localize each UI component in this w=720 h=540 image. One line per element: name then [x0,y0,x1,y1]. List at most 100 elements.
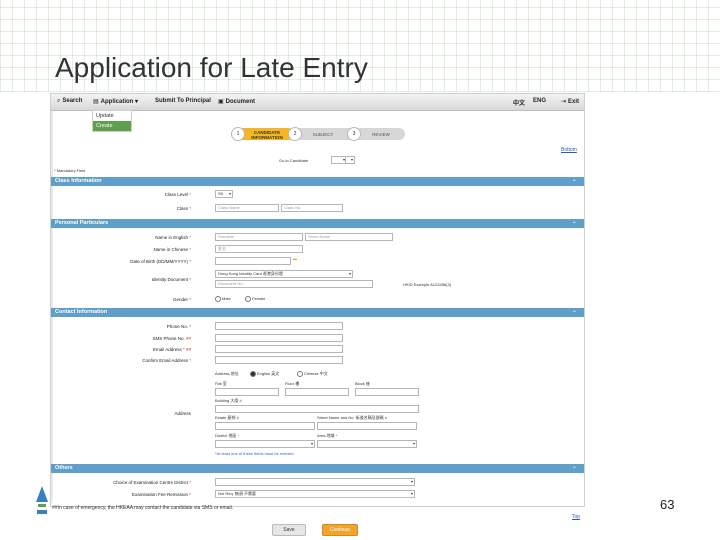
block-label: Block 座 [355,381,370,386]
address-label: Address [174,411,191,416]
collapse-icon[interactable]: − [573,464,576,473]
address-note: *At least one of these fields must be en… [215,451,295,456]
address-language-label: Address 地址 [215,371,239,376]
name-english-label: Name in English * [155,235,191,240]
area-select[interactable]: ▾ [317,440,417,448]
emergency-note: ##In case of emergency, the HKEAA may co… [52,505,234,511]
hkid-example: HKID Example A123456(3) [403,282,452,287]
dropdown-item-update[interactable]: Update [93,111,131,121]
chevron-down-icon: ▾ [310,441,313,446]
lang-en-button[interactable]: ENG [533,98,546,104]
section-contact-information[interactable]: Contact Information − [51,308,584,317]
name-chinese-label: Name in Chinese * [153,247,191,252]
menu-document[interactable]: ▣ Document [218,98,255,105]
dob-input[interactable] [215,257,291,265]
email-input[interactable] [215,345,343,353]
address-chinese-option[interactable]: Chinese 中文 [297,371,328,377]
class-no-input[interactable]: Class No. [281,204,343,212]
chevron-down-icon: ▾ [228,191,231,196]
flat-input[interactable] [215,388,279,396]
confirm-email-input[interactable] [215,356,343,364]
mandatory-note: * Mandatory Field [54,168,86,173]
class-level-select[interactable]: S6 ▾ [215,190,233,198]
step-2-label: SUBJECT [312,132,334,137]
menu-search[interactable]: ⌕ Search [57,98,82,105]
document-icon: ▤ [93,99,99,105]
menu-application[interactable]: ▤ Application ▾ [91,98,141,105]
top-link[interactable]: Top [572,514,580,520]
given-name-input[interactable]: Given Name [305,233,393,241]
dob-label: Date of Birth (DD/MM/YYYY) * [130,259,191,264]
flat-label: Flat 室 [215,381,227,386]
go-to-candidate-label: Go to Candidate [279,158,309,163]
chevron-down-icon: ▾ [135,99,139,105]
exam-centre-label: Choice of Examination Centre District * [113,480,191,485]
building-input[interactable] [215,405,419,413]
step-3-circle: 3 [347,127,361,141]
building-label: Building 大廈 # [215,398,242,403]
gender-label: Gender * [172,297,191,302]
class-name-input[interactable]: Class Name [215,204,279,212]
section-others[interactable]: Others − [51,464,584,473]
address-english-option[interactable]: English 英文 [250,371,279,377]
sms-label: SMS Phone No. ## [152,336,191,341]
floor-label: Floor 樓 [285,381,300,386]
phone-label: Phone No. * [166,324,191,329]
sms-input[interactable] [215,334,343,342]
exit-button[interactable]: ⇥ Exit [561,98,579,105]
go-to-candidate-select-2[interactable]: ▾ [345,156,355,164]
step-3-label: REVIEW [372,132,390,137]
save-button[interactable]: Save [272,524,306,536]
id-document-label: Identity Document * [151,277,191,282]
collapse-icon[interactable]: − [573,177,576,186]
radio-icon [250,371,256,377]
email-label: Email Address * ## [152,347,191,352]
search-icon: ⌕ [57,98,61,104]
top-menu-bar: ⌕ Search ▤ Application ▾ Submit To Princip… [51,94,584,111]
gender-female-option[interactable]: Female [245,296,265,302]
menu-submit-to-principal[interactable]: Submit To Principal [155,98,211,104]
confirm-email-label: Confirm Email Address * [142,358,191,363]
radio-icon [297,371,303,377]
id-document-select[interactable]: Hong Kong Identity Card 香港身份證 ▾ [215,270,353,278]
exit-icon: ⇥ [561,99,567,105]
area-label: Area 地域 * [317,433,338,438]
section-class-information[interactable]: Class Information − [51,177,584,186]
street-label: Street Name and No. 街道名稱及號碼 # [317,415,388,420]
surname-input[interactable]: Surname [215,233,303,241]
document-no-input[interactable]: Document No. [215,280,373,288]
chevron-down-icon: ▾ [410,479,413,484]
application-screenshot: ⌕ Search ▤ Application ▾ Submit To Princip… [50,93,585,507]
chevron-down-icon: ▾ [412,441,415,446]
district-label: District 地區 * [215,433,240,438]
radio-icon [245,296,251,302]
continue-button[interactable]: Continue [322,524,358,536]
page-number: 63 [660,497,675,512]
step-1-label: CANDIDATE INFORMATION [251,130,283,140]
class-level-label: Class Level * [164,192,191,197]
section-personal-particulars[interactable]: Personal Particulars − [51,219,584,228]
chevron-down-icon: ▾ [348,271,351,276]
floor-input[interactable] [285,388,349,396]
step-2-circle: 2 [288,127,302,141]
logo-icon [36,486,48,514]
class-label: Class * [176,206,191,211]
block-input[interactable] [355,388,419,396]
calendar-icon[interactable]: ▬ [293,256,297,261]
district-select[interactable]: ▾ [215,440,315,448]
collapse-icon[interactable]: − [573,219,576,228]
application-dropdown: Update Create [92,110,132,132]
radio-icon [215,296,221,302]
estate-input[interactable] [215,422,315,430]
phone-input[interactable] [215,322,343,330]
exam-centre-select[interactable]: ▾ [215,478,415,486]
lang-zh-button[interactable]: 中文 [513,98,525,107]
bottom-link[interactable]: Bottom [561,147,577,153]
street-input[interactable] [317,422,417,430]
slide-title: Application for Late Entry [55,52,368,83]
name-chinese-input[interactable]: 姓名 [215,245,303,253]
gender-male-option[interactable]: Male [215,296,231,302]
dropdown-item-create[interactable]: Create [93,121,131,131]
collapse-icon[interactable]: − [573,308,576,317]
estate-label: Estate 屋邨 # [215,415,239,420]
